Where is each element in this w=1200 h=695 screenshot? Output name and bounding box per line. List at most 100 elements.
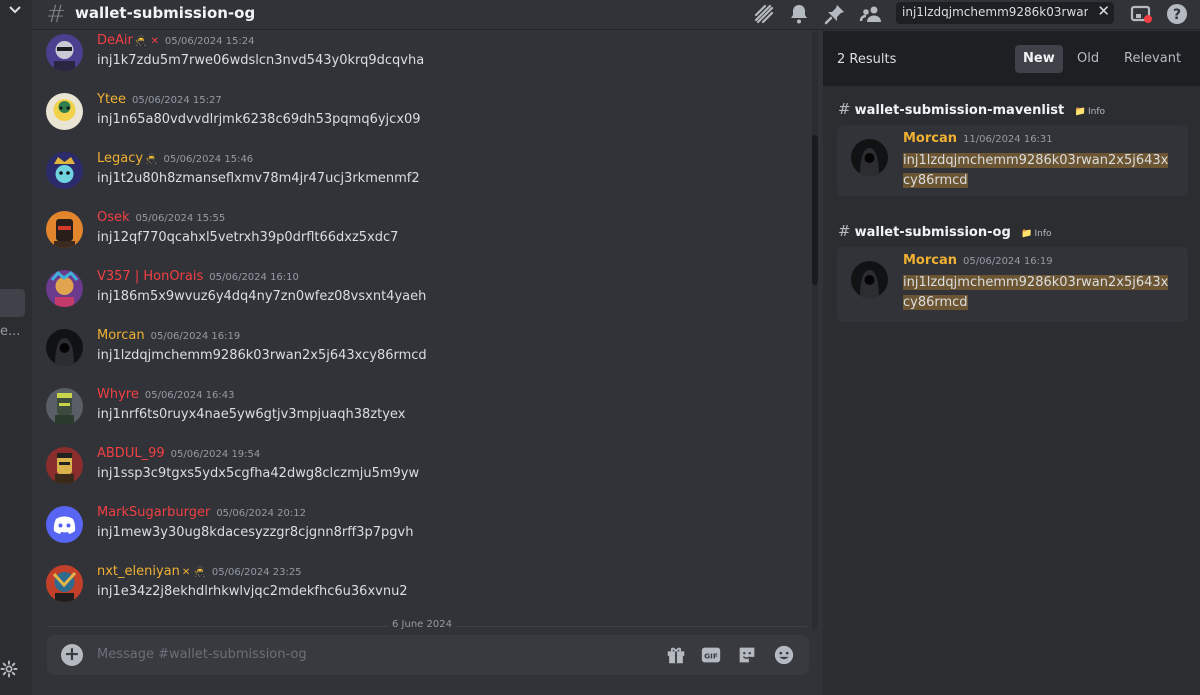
username[interactable]: Legacy 🥷 05/06/2024 15:46	[97, 151, 253, 166]
clear-search-icon[interactable]: ✕	[1097, 2, 1110, 20]
result-channel-header[interactable]: # wallet-submission-og 📁 Info	[838, 222, 1052, 240]
svg-text:?: ?	[1173, 7, 1181, 23]
avatar[interactable]	[46, 211, 83, 248]
timestamp: 05/06/2024 23:25	[211, 567, 302, 578]
username[interactable]: DeAir 🥷 ✕ 05/06/2024 15:24	[97, 33, 255, 48]
result-username[interactable]: Morcan 11/06/2024 16:31	[903, 131, 1053, 146]
timestamp: 05/06/2024 16:19	[963, 256, 1053, 267]
chevron-down-icon[interactable]	[4, 2, 26, 24]
avatar[interactable]	[46, 270, 83, 307]
timestamp: 05/06/2024 16:19	[150, 331, 241, 342]
search-query[interactable]: inj1lzdqjmchemm9286k03rwan2x5	[902, 5, 1088, 19]
avatar[interactable]	[851, 261, 888, 298]
scrollbar-thumb[interactable]	[812, 135, 818, 285]
channel-title: wallet-submission-og	[75, 4, 256, 22]
result-message-text: inj1lzdqjmchemm9286k03rwan2x5j643xcy86rm…	[903, 151, 1173, 191]
search-input[interactable]: inj1lzdqjmchemm9286k03rwan2x5 ✕	[896, 2, 1114, 24]
username[interactable]: Morcan 05/06/2024 16:19	[97, 328, 240, 343]
user-badge: ✕ 🥷	[181, 567, 206, 578]
search-highlight: inj1lzdqjmchemm9286k03rwan2x5j643xcy86rm…	[903, 275, 1169, 310]
sort-new-button[interactable]: New	[1015, 45, 1063, 73]
bell-icon[interactable]	[787, 2, 811, 26]
add-attachment-button[interactable]: +	[61, 644, 83, 666]
timestamp: 05/06/2024 16:43	[144, 390, 235, 401]
gift-icon[interactable]	[665, 644, 687, 666]
message-text: inj12qf770qcahxl5vetrxh39p0drflt66dxz5xd…	[97, 230, 399, 245]
result-channel-name: wallet-submission-mavenlist	[854, 103, 1065, 118]
emoji-icon[interactable]	[773, 644, 795, 666]
message: Morcan 05/06/2024 16:19 inj1lzdqjmchemm92…	[32, 326, 802, 385]
date-divider: 6 June 2024	[47, 619, 807, 630]
results-toolbar: 2 Results New Old Relevant	[823, 31, 1200, 86]
gear-icon[interactable]	[0, 660, 22, 682]
message-text: inj1ssp3c9tgxs5ydx5cgfha42dwg8clczmju5m9…	[97, 466, 420, 481]
username[interactable]: nxt_eleniyan ✕ 🥷 05/06/2024 23:25	[97, 564, 302, 579]
username[interactable]: Whyre 05/06/2024 16:43	[97, 387, 234, 402]
folder-icon: 📁	[1021, 229, 1033, 239]
threads-icon[interactable]	[752, 2, 776, 26]
search-results-panel: 2 Results New Old Relevant # wallet-submi…	[823, 31, 1200, 695]
avatar[interactable]	[46, 152, 83, 189]
sticker-icon[interactable]	[736, 644, 758, 666]
channel-sidebar: e...	[0, 0, 32, 695]
avatar[interactable]	[46, 34, 83, 71]
username[interactable]: ABDUL_99 05/06/2024 19:54	[97, 446, 260, 461]
user-badge: 🥷	[145, 154, 158, 165]
help-icon[interactable]: ?	[1165, 2, 1189, 26]
message: nxt_eleniyan ✕ 🥷 05/06/2024 23:25 inj1e34z…	[32, 562, 802, 621]
search-result[interactable]: Morcan 11/06/2024 16:31 inj1lzdqjmchemm92…	[837, 125, 1188, 196]
message-text: inj1t2u80h8zmanseflxmv78m4jr47ucj3rkmenm…	[97, 171, 420, 186]
svg-text:GIF: GIF	[704, 652, 718, 661]
folder-icon: 📁	[1074, 107, 1086, 117]
pin-icon[interactable]	[823, 2, 847, 26]
message-text: inj186m5x9wvuz6y4dq4ny7zn0wfez08vsxnt4ya…	[97, 289, 427, 304]
username[interactable]: Ytee 05/06/2024 15:27	[97, 92, 222, 107]
channel-hash-icon: #	[838, 222, 851, 240]
avatar[interactable]	[46, 506, 83, 543]
category-label: Info	[1088, 107, 1106, 117]
message: V357 | HonOrais 05/06/2024 16:10 inj186m5…	[32, 267, 802, 326]
avatar[interactable]	[46, 93, 83, 130]
sidebar-item-truncated[interactable]: e...	[0, 324, 20, 339]
sort-old-button[interactable]: Old	[1069, 45, 1107, 73]
search-result[interactable]: Morcan 05/06/2024 16:19 inj1lzdqjmchemm92…	[837, 247, 1188, 322]
gif-icon[interactable]: GIF	[700, 644, 722, 666]
message-text: inj1nrf6ts0ruyx4nae5yw6gtjv3mpjuaqh38zty…	[97, 407, 406, 422]
avatar[interactable]	[46, 329, 83, 366]
scrollbar-track[interactable]	[812, 31, 818, 631]
members-icon[interactable]	[859, 2, 883, 26]
message: Osek 05/06/2024 15:55 inj12qf770qcahxl5ve…	[32, 208, 802, 267]
timestamp: 05/06/2024 16:10	[209, 272, 299, 283]
sort-relevant-button[interactable]: Relevant	[1116, 45, 1189, 73]
channel-hash-icon: #	[838, 100, 851, 118]
avatar[interactable]	[46, 565, 83, 602]
result-channel-name: wallet-submission-og	[854, 225, 1011, 240]
message: Ytee 05/06/2024 15:27 inj1n65a80vdvvdlrjm…	[32, 90, 802, 149]
timestamp: 05/06/2024 20:12	[216, 508, 306, 519]
search-highlight: inj1lzdqjmchemm9286k03rwan2x5j643xcy86rm…	[903, 153, 1169, 188]
username[interactable]: V357 | HonOrais 05/06/2024 16:10	[97, 269, 299, 284]
avatar[interactable]	[46, 388, 83, 425]
date-divider-label: 6 June 2024	[388, 619, 456, 630]
inbox-icon[interactable]	[1129, 2, 1153, 26]
message-text: inj1lzdqjmchemm9286k03rwan2x5j643xcy86rm…	[97, 348, 427, 363]
category-label: Info	[1034, 229, 1052, 239]
message-text: inj1mew3y30ug8kdacesyzzgr8cjgnn8rff3p7pg…	[97, 525, 414, 540]
result-channel-header[interactable]: # wallet-submission-mavenlist 📁 Info	[838, 100, 1105, 118]
username[interactable]: Osek 05/06/2024 15:55	[97, 210, 225, 225]
timestamp: 05/06/2024 15:27	[132, 95, 222, 106]
username[interactable]: MarkSugarburger 05/06/2024 20:12	[97, 505, 306, 520]
result-username[interactable]: Morcan 05/06/2024 16:19	[903, 253, 1053, 268]
result-message-text: inj1lzdqjmchemm9286k03rwan2x5j643xcy86rm…	[903, 273, 1173, 313]
timestamp: 05/06/2024 15:24	[164, 36, 255, 47]
results-count: 2 Results	[837, 52, 897, 67]
message-input[interactable]: Message #wallet-submission-og	[97, 647, 307, 662]
avatar[interactable]	[851, 139, 888, 176]
message: ABDUL_99 05/06/2024 19:54 inj1ssp3c9tgxs5…	[32, 444, 802, 503]
message: DeAir 🥷 ✕ 05/06/2024 15:24 inj1k7zdu5m7rwe…	[32, 31, 802, 90]
timestamp: 11/06/2024 16:31	[963, 134, 1053, 145]
message-composer[interactable]: + Message #wallet-submission-og GIF	[47, 635, 809, 675]
user-badge: 🥷 ✕	[134, 36, 159, 47]
avatar[interactable]	[46, 447, 83, 484]
sidebar-item-selected[interactable]	[0, 289, 25, 317]
